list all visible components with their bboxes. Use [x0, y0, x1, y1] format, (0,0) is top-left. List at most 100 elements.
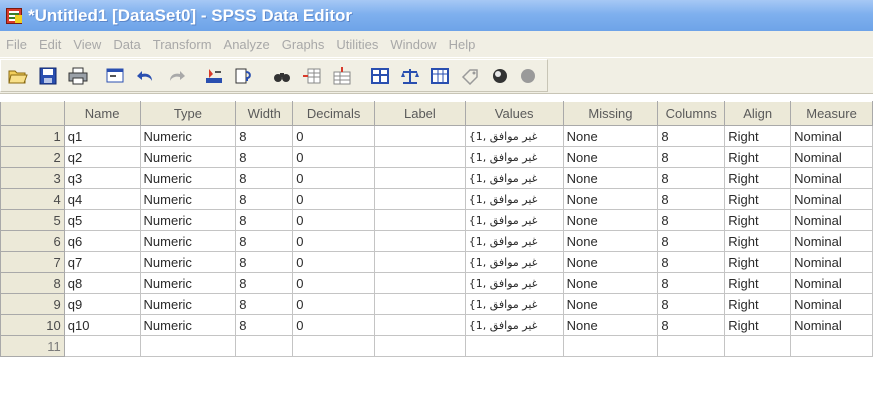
cell-width[interactable]: 8	[235, 146, 294, 168]
column-header-name[interactable]: Name	[63, 101, 141, 126]
redo-icon[interactable]	[164, 64, 188, 88]
cell-label[interactable]	[374, 188, 466, 210]
cell-missing[interactable]: None	[562, 230, 659, 252]
cell-type[interactable]: Numeric	[139, 293, 237, 315]
cell-measure[interactable]: Nominal	[790, 167, 873, 189]
menu-window[interactable]: Window	[384, 37, 442, 52]
cell-name[interactable]: q5	[63, 209, 141, 231]
cell-type[interactable]: Numeric	[139, 251, 237, 273]
cell-measure[interactable]: Nominal	[790, 314, 873, 336]
variables-icon[interactable]	[232, 64, 256, 88]
cell-align[interactable]: Right	[724, 314, 792, 336]
column-header-values[interactable]: Values	[464, 101, 564, 126]
cell-missing[interactable]: None	[562, 314, 659, 336]
cell-type[interactable]: Numeric	[139, 209, 237, 231]
cell-values[interactable]: {1, غير موافق	[464, 251, 564, 273]
cell-width[interactable]: 8	[235, 314, 294, 336]
column-header-columns[interactable]: Columns	[657, 101, 726, 126]
cell-width[interactable]: 8	[235, 251, 294, 273]
cell-missing[interactable]: None	[562, 125, 659, 147]
cell-name[interactable]: q10	[63, 314, 141, 336]
cell-name[interactable]: q9	[63, 293, 141, 315]
cell-measure[interactable]: Nominal	[790, 146, 873, 168]
cell-label[interactable]	[374, 272, 466, 294]
cell-decimals[interactable]	[292, 335, 376, 357]
cell-width[interactable]: 8	[235, 188, 294, 210]
cell-columns[interactable]: 8	[657, 293, 726, 315]
row-number[interactable]: 9	[0, 293, 65, 315]
cell-decimals[interactable]: 0	[292, 314, 376, 336]
cell-label[interactable]	[374, 146, 466, 168]
cell-align[interactable]	[724, 335, 792, 357]
cell-missing[interactable]: None	[562, 272, 659, 294]
cell-columns[interactable]: 8	[657, 314, 726, 336]
cell-values[interactable]: {1, غير موافق	[464, 188, 564, 210]
use-sets-icon[interactable]	[488, 64, 512, 88]
cell-type[interactable]: Numeric	[139, 188, 237, 210]
cell-decimals[interactable]: 0	[292, 167, 376, 189]
cell-name[interactable]: q1	[63, 125, 141, 147]
cell-label[interactable]	[374, 230, 466, 252]
open-icon[interactable]	[6, 64, 30, 88]
row-number[interactable]: 7	[0, 251, 65, 273]
cell-label[interactable]	[374, 125, 466, 147]
spss-app-icon[interactable]	[6, 7, 22, 24]
column-header-width[interactable]: Width	[235, 101, 294, 126]
cell-missing[interactable]: None	[562, 167, 659, 189]
cell-values[interactable]: {1, غير موافق	[464, 209, 564, 231]
cell-columns[interactable]: 8	[657, 188, 726, 210]
menu-edit[interactable]: Edit	[33, 37, 67, 52]
insert-variable-icon[interactable]	[330, 64, 354, 88]
row-number[interactable]: 1	[0, 125, 65, 147]
cell-columns[interactable]: 8	[657, 167, 726, 189]
column-header-missing[interactable]: Missing	[562, 101, 659, 126]
cell-width[interactable]: 8	[235, 230, 294, 252]
column-header-decimals[interactable]: Decimals	[292, 101, 376, 126]
row-number[interactable]: 10	[0, 314, 65, 336]
value-labels-icon[interactable]	[458, 64, 482, 88]
row-number[interactable]: 6	[0, 230, 65, 252]
cell-values[interactable]: {1, غير موافق	[464, 125, 564, 147]
cell-align[interactable]: Right	[724, 293, 792, 315]
cell-label[interactable]	[374, 335, 466, 357]
cell-measure[interactable]: Nominal	[790, 251, 873, 273]
menu-utilities[interactable]: Utilities	[330, 37, 384, 52]
cell-values[interactable]: {1, غير موافق	[464, 293, 564, 315]
find-icon[interactable]	[270, 64, 294, 88]
cell-missing[interactable]: None	[562, 293, 659, 315]
cell-measure[interactable]	[790, 335, 873, 357]
cell-align[interactable]: Right	[724, 167, 792, 189]
cell-type[interactable]	[139, 335, 237, 357]
cell-decimals[interactable]: 0	[292, 146, 376, 168]
row-number[interactable]: 11	[0, 335, 65, 357]
cell-width[interactable]: 8	[235, 209, 294, 231]
cell-name[interactable]: q3	[63, 167, 141, 189]
cell-decimals[interactable]: 0	[292, 251, 376, 273]
cell-align[interactable]: Right	[724, 251, 792, 273]
column-header-type[interactable]: Type	[139, 101, 237, 126]
cell-name[interactable]: q7	[63, 251, 141, 273]
menu-graphs[interactable]: Graphs	[276, 37, 331, 52]
cell-align[interactable]: Right	[724, 125, 792, 147]
cell-name[interactable]	[63, 335, 141, 357]
select-cases-icon[interactable]	[428, 64, 452, 88]
cell-type[interactable]: Numeric	[139, 272, 237, 294]
menu-file[interactable]: File	[0, 37, 33, 52]
cell-label[interactable]	[374, 251, 466, 273]
cell-decimals[interactable]: 0	[292, 272, 376, 294]
cell-label[interactable]	[374, 293, 466, 315]
cell-name[interactable]: q2	[63, 146, 141, 168]
undo-icon[interactable]	[134, 64, 158, 88]
cell-missing[interactable]: None	[562, 146, 659, 168]
cell-name[interactable]: q6	[63, 230, 141, 252]
cell-decimals[interactable]: 0	[292, 230, 376, 252]
menu-data[interactable]: Data	[107, 37, 146, 52]
cell-measure[interactable]: Nominal	[790, 272, 873, 294]
cell-type[interactable]: Numeric	[139, 314, 237, 336]
cell-width[interactable]: 8	[235, 125, 294, 147]
cell-align[interactable]: Right	[724, 272, 792, 294]
cell-missing[interactable]: None	[562, 251, 659, 273]
cell-type[interactable]: Numeric	[139, 146, 237, 168]
cell-values[interactable]: {1, غير موافق	[464, 230, 564, 252]
menu-view[interactable]: View	[67, 37, 107, 52]
